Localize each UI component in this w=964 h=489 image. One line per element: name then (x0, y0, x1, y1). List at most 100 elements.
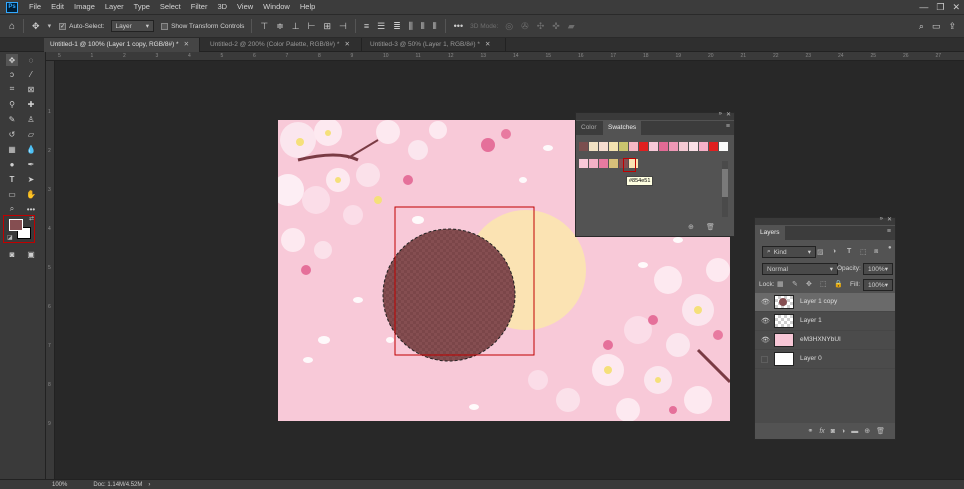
marquee-tool-icon[interactable]: ◌ (25, 54, 37, 66)
color-swatch[interactable] (619, 142, 628, 151)
rectangle-tool-icon[interactable]: ▭ (6, 188, 18, 200)
crop-tool-icon[interactable]: ⌗ (6, 83, 18, 95)
panel-menu-icon[interactable]: ≡ (726, 123, 730, 130)
menu-type[interactable]: Type (129, 0, 155, 14)
align-bottom-icon[interactable]: ⊥ (292, 21, 300, 32)
maximize-icon[interactable]: ❐ (936, 2, 944, 13)
more-options-icon[interactable]: ••• (454, 21, 463, 31)
filter-smart-object-icon[interactable]: ⧈ (874, 248, 878, 256)
menu-image[interactable]: Image (69, 0, 100, 14)
color-swatch[interactable] (709, 142, 718, 151)
lasso-tool-icon[interactable]: ↄ (6, 68, 18, 80)
dodge-tool-icon[interactable]: ● (6, 158, 18, 170)
delete-swatch-icon[interactable]: 🗑 (706, 223, 715, 231)
filter-shape-icon[interactable]: ⬚ (860, 248, 867, 256)
new-group-icon[interactable]: ▬ (851, 428, 858, 435)
quick-mask-icon[interactable]: ◙ (6, 248, 18, 260)
more-tools-icon[interactable]: ••• (25, 203, 37, 215)
slide-3d-icon[interactable]: ✜ (552, 21, 560, 32)
menu-layer[interactable]: Layer (100, 0, 129, 14)
hand-tool-icon[interactable]: ✋ (25, 188, 37, 200)
color-swatch[interactable] (579, 159, 588, 168)
foreground-color-swatch[interactable] (9, 219, 23, 231)
adjustment-layer-icon[interactable]: ◑ (841, 428, 845, 435)
move-tool-icon[interactable]: ✥ (32, 21, 40, 32)
new-swatch-icon[interactable]: ⊕ (688, 223, 694, 231)
color-swatch[interactable] (589, 142, 598, 151)
layer-row-background-image[interactable]: 👁 eM3HXNYbUI (755, 331, 895, 350)
distribute-left-icon[interactable]: ⫼ (409, 21, 413, 32)
screen-mode-icon[interactable]: ▣ (25, 248, 37, 260)
lock-artboard-icon[interactable]: ⬚ (820, 280, 827, 288)
lock-all-icon[interactable]: 🔒 (834, 280, 843, 288)
layer-row-layer-1[interactable]: 👁 Layer 1 (755, 312, 895, 331)
color-swatch[interactable] (669, 142, 678, 151)
link-layers-icon[interactable]: ⚭ (807, 427, 813, 435)
color-swatch[interactable] (609, 159, 618, 168)
color-swatch[interactable] (719, 142, 728, 151)
show-transform-checkbox[interactable] (161, 22, 169, 30)
eyedropper-icon[interactable]: ⚲ (6, 98, 18, 110)
frame-tool-icon[interactable]: ⊠ (25, 83, 37, 95)
color-swatch[interactable] (599, 159, 608, 168)
color-swatch[interactable] (639, 142, 648, 151)
zoom-tool-icon[interactable]: ⌕ (6, 203, 18, 215)
color-swatch[interactable] (679, 142, 688, 151)
layer-row-layer-0[interactable]: Layer 0 (755, 350, 895, 369)
menu-file[interactable]: File (24, 0, 46, 14)
distribute-middle-icon[interactable]: ☰ (377, 21, 385, 32)
tab-color[interactable]: Color (576, 121, 602, 135)
swatches-scrollbar[interactable] (722, 161, 728, 217)
fill-input[interactable]: 100% ▾ (863, 279, 893, 291)
layer-1-copy-circle[interactable] (382, 228, 516, 362)
filter-adjustment-icon[interactable]: ◑ (832, 248, 836, 255)
add-mask-icon[interactable]: ◙ (831, 428, 835, 435)
new-layer-icon[interactable]: ⊕ (864, 427, 870, 435)
gradient-tool-icon[interactable]: ▦ (6, 143, 18, 155)
close-icon[interactable]: ✕ (952, 2, 960, 13)
path-select-icon[interactable]: ➤ (25, 173, 37, 185)
visibility-eye-icon[interactable]: 👁 (761, 336, 770, 344)
menu-window[interactable]: Window (258, 0, 295, 14)
scrollbar-thumb[interactable] (722, 169, 728, 197)
tab-swatches[interactable]: Swatches (603, 121, 642, 135)
layer-filter-kind-dropdown[interactable]: ⌕ Kind ▾ (762, 246, 816, 258)
distribute-bottom-icon[interactable]: ≣ (393, 21, 401, 32)
menu-filter[interactable]: Filter (186, 0, 213, 14)
lock-image-icon[interactable]: ✎ (792, 280, 798, 288)
color-swatch[interactable] (589, 159, 598, 168)
blend-mode-dropdown[interactable]: Normal ▾ (762, 263, 838, 275)
history-brush-icon[interactable]: ↺ (6, 128, 18, 140)
menu-view[interactable]: View (232, 0, 258, 14)
scale-3d-icon[interactable]: ▰ (568, 21, 575, 32)
filter-toggle-icon[interactable]: ● (888, 245, 892, 251)
color-swatch[interactable] (579, 142, 588, 151)
clone-stamp-icon[interactable]: ♙ (25, 113, 37, 125)
orbit-3d-icon[interactable]: ◎ (505, 21, 513, 32)
opacity-input[interactable]: 100% ▾ (863, 263, 893, 275)
blur-tool-icon[interactable]: 💧 (25, 143, 37, 155)
auto-select-checkbox[interactable]: ✓ (59, 22, 67, 30)
tab-untitled-3[interactable]: Untitled-3 @ 50% (Layer 1, RGB/8#) * ✕ (364, 38, 506, 52)
tab-untitled-2[interactable]: Untitled-2 @ 200% (Color Palette, RGB/8#… (204, 38, 362, 52)
zoom-level[interactable]: 100% (52, 482, 67, 488)
filter-type-icon[interactable]: T (847, 248, 851, 255)
align-center-icon[interactable]: ⊞ (323, 21, 331, 32)
menu-edit[interactable]: Edit (46, 0, 69, 14)
eraser-icon[interactable]: ▱ (25, 128, 37, 140)
distribute-center-icon[interactable]: ⫴ (421, 21, 425, 32)
pan-3d-icon[interactable]: ✣ (537, 21, 545, 32)
menu-help[interactable]: Help (295, 0, 320, 14)
color-swatch[interactable] (659, 142, 668, 151)
default-colors-icon[interactable]: ◪ (7, 234, 13, 241)
magic-wand-icon[interactable]: ⁄ (25, 68, 37, 80)
filter-pixel-icon[interactable]: ▨ (817, 248, 824, 256)
workspace-icon[interactable]: ▭ (932, 21, 941, 32)
close-icon[interactable]: ✕ (726, 111, 731, 118)
distribute-right-icon[interactable]: ⦀ (433, 21, 437, 32)
move-tool-icon[interactable]: ✥ (6, 54, 18, 66)
align-right-icon[interactable]: ⊣ (339, 21, 347, 32)
lock-transparent-icon[interactable]: ▦ (777, 280, 784, 288)
color-swatch[interactable] (699, 142, 708, 151)
visibility-eye-icon[interactable]: 👁 (761, 317, 770, 325)
